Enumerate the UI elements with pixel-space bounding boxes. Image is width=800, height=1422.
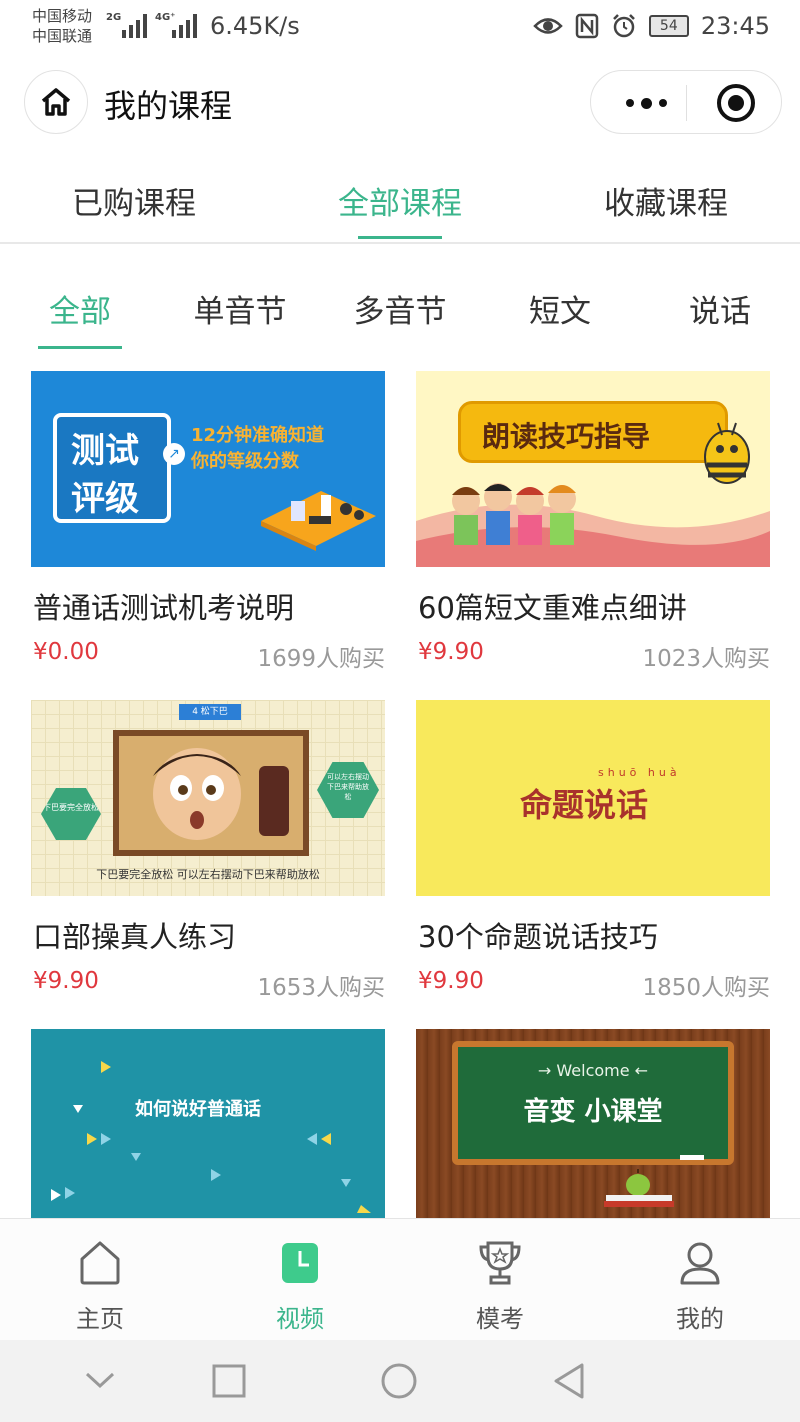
course-card[interactable]: 测试 评级 ↗ 12分钟准确知道 你的等级分数 普通话测试机考说明 ¥0.00 … (31, 371, 385, 672)
category-tabs: 全部 单音节 多音节 短文 说话 (0, 260, 800, 350)
course-thumbnail: → Welcome ← 音变 小课堂 (416, 1029, 770, 1219)
video-clock-icon (282, 1243, 318, 1283)
cartoon-face (119, 736, 303, 850)
signal-icon (122, 12, 147, 38)
hint-bubble: 下巴要完全放松 (41, 788, 101, 840)
category-short-essay[interactable]: 短文 (500, 286, 620, 331)
nav-label: 主页 (76, 1305, 124, 1333)
course-title: 普通话测试机考说明 (33, 591, 295, 625)
thumb-text: 命题说话 (520, 786, 649, 824)
course-card[interactable]: → Welcome ← 音变 小课堂 (416, 1029, 770, 1219)
page-title: 我的课程 (104, 87, 233, 125)
course-price: ¥9.90 (418, 639, 484, 665)
video-frame (113, 730, 309, 856)
carrier-2: 中国联通 (32, 27, 93, 45)
eye-icon (533, 18, 563, 34)
nfc-icon (575, 13, 599, 39)
capsule-divider (686, 85, 687, 121)
course-scope-tabs: 已购课程 全部课程 收藏课程 (0, 150, 800, 244)
thumb-pinyin: shuō huà (598, 766, 681, 779)
alarm-icon (612, 14, 635, 38)
nav-item-mine[interactable]: 我的 (600, 1219, 800, 1341)
home-icon (41, 88, 71, 116)
tab-all-courses[interactable]: 全部课程 (300, 178, 500, 223)
course-price: ¥0.00 (33, 639, 99, 665)
network-speed: 6.45K/s (210, 12, 300, 40)
course-card[interactable]: 如何说好普通话 (31, 1029, 385, 1219)
triangle-back-icon[interactable] (552, 1362, 586, 1400)
nav-item-home[interactable]: 主页 (0, 1219, 200, 1341)
purchase-count: 1850人购买 (642, 975, 770, 1001)
kids-illustration (452, 483, 576, 545)
course-card[interactable]: 朗读技巧指导 60篇短文重难点细讲 ¥9.90 1023人购买 (416, 371, 770, 672)
thumb-text: 评级 (71, 479, 139, 519)
battery-icon: 54 (648, 15, 689, 37)
nav-label: 我的 (676, 1305, 724, 1333)
course-thumbnail: 测试 评级 ↗ 12分钟准确知道 你的等级分数 (31, 371, 385, 567)
nav-item-video[interactable]: 视频 (200, 1219, 400, 1341)
user-icon (680, 1242, 720, 1285)
course-thumbnail: 如何说好普通话 (31, 1029, 385, 1219)
circle-home-icon[interactable] (380, 1362, 418, 1400)
category-active-indicator (38, 346, 122, 349)
miniprogram-close-icon[interactable] (717, 84, 755, 122)
purchase-count: 1023人购买 (642, 646, 770, 672)
purchase-count: 1653人购买 (257, 975, 385, 1001)
category-speaking[interactable]: 说话 (660, 286, 780, 331)
thumb-caption: 12分钟准确知道 (191, 425, 325, 446)
course-title: 口部操真人练习 (33, 920, 237, 954)
tab-purchased-courses[interactable]: 已购课程 (34, 178, 234, 223)
course-price: ¥9.90 (418, 968, 484, 994)
carrier-1: 中国移动 (32, 7, 93, 25)
course-card[interactable]: shuō huà 命题说话 30个命题说话技巧 ¥9.90 1850人购买 (416, 700, 770, 1001)
hint-bubble: 可以左右摆动下巴来帮助放松 (317, 762, 379, 818)
signal-icon-2 (172, 12, 197, 38)
square-recents-icon[interactable] (212, 1364, 246, 1398)
chalk (680, 1155, 704, 1160)
nav-label: 视频 (276, 1305, 324, 1333)
thumb-caption: 下巴要完全放松 可以左右摆动下巴来帮助放松 (96, 868, 320, 881)
mini-program-header: 我的课程 (0, 56, 800, 148)
thumb-text: 测试 (71, 431, 139, 471)
category-multi-syllable[interactable]: 多音节 (340, 286, 460, 331)
tab-active-indicator (358, 236, 442, 239)
isometric-illustration (261, 491, 376, 551)
nav-item-mock-exam[interactable]: 模考 (400, 1219, 600, 1341)
course-title: 60篇短文重难点细讲 (418, 591, 687, 625)
thumb-caption: 你的等级分数 (191, 451, 299, 472)
carrier-labels: 中国移动 中国联通 (32, 6, 92, 46)
course-price: ¥9.90 (33, 968, 99, 994)
course-card[interactable]: 4 松下巴 下巴要完全放松 可以左右摆动下巴来帮助放松 下巴要完全放松 可以左右… (31, 700, 385, 1001)
course-title: 30个命题说话技巧 (418, 920, 658, 954)
home-outline-icon (80, 1241, 120, 1285)
category-all[interactable]: 全部 (20, 286, 140, 331)
capsule-menu (590, 70, 782, 134)
nav-label: 模考 (476, 1305, 524, 1333)
course-thumbnail: 4 松下巴 下巴要完全放松 可以左右摆动下巴来帮助放松 下巴要完全放松 可以左右… (31, 700, 385, 896)
thumb-tag: 4 松下巴 (179, 704, 241, 720)
thumb-text: 音变 小课堂 (523, 1097, 663, 1127)
trophy-icon (479, 1241, 521, 1285)
more-dots-icon[interactable] (611, 81, 681, 125)
bottom-tab-bar: 主页 视频 模考 我的 (0, 1218, 800, 1340)
triangles-decoration (51, 1061, 371, 1213)
status-bar: 中国移动 中国联通 2G 4G⁺ 6.45K/s 54 23:45 (0, 0, 800, 56)
chevron-down-icon[interactable] (84, 1370, 116, 1390)
arrow-icon: ↗ (163, 443, 185, 465)
home-button[interactable] (24, 70, 88, 134)
purchase-count: 1699人购买 (257, 646, 385, 672)
course-thumbnail: 朗读技巧指导 (416, 371, 770, 567)
thumb-banner-text: 朗读技巧指导 (482, 420, 651, 453)
thumb-welcome: → Welcome ← (537, 1061, 649, 1080)
tab-favorite-courses[interactable]: 收藏课程 (566, 178, 766, 223)
bee-mascot (704, 422, 750, 484)
course-thumbnail: shuō huà 命题说话 (416, 700, 770, 896)
system-navigation-bar (0, 1340, 800, 1422)
clock-time: 23:45 (700, 12, 770, 40)
category-single-syllable[interactable]: 单音节 (180, 286, 300, 331)
apple-on-books-icon (604, 1169, 674, 1207)
status-right: 54 23:45 (533, 12, 770, 40)
network-type-1: 2G (106, 12, 122, 23)
